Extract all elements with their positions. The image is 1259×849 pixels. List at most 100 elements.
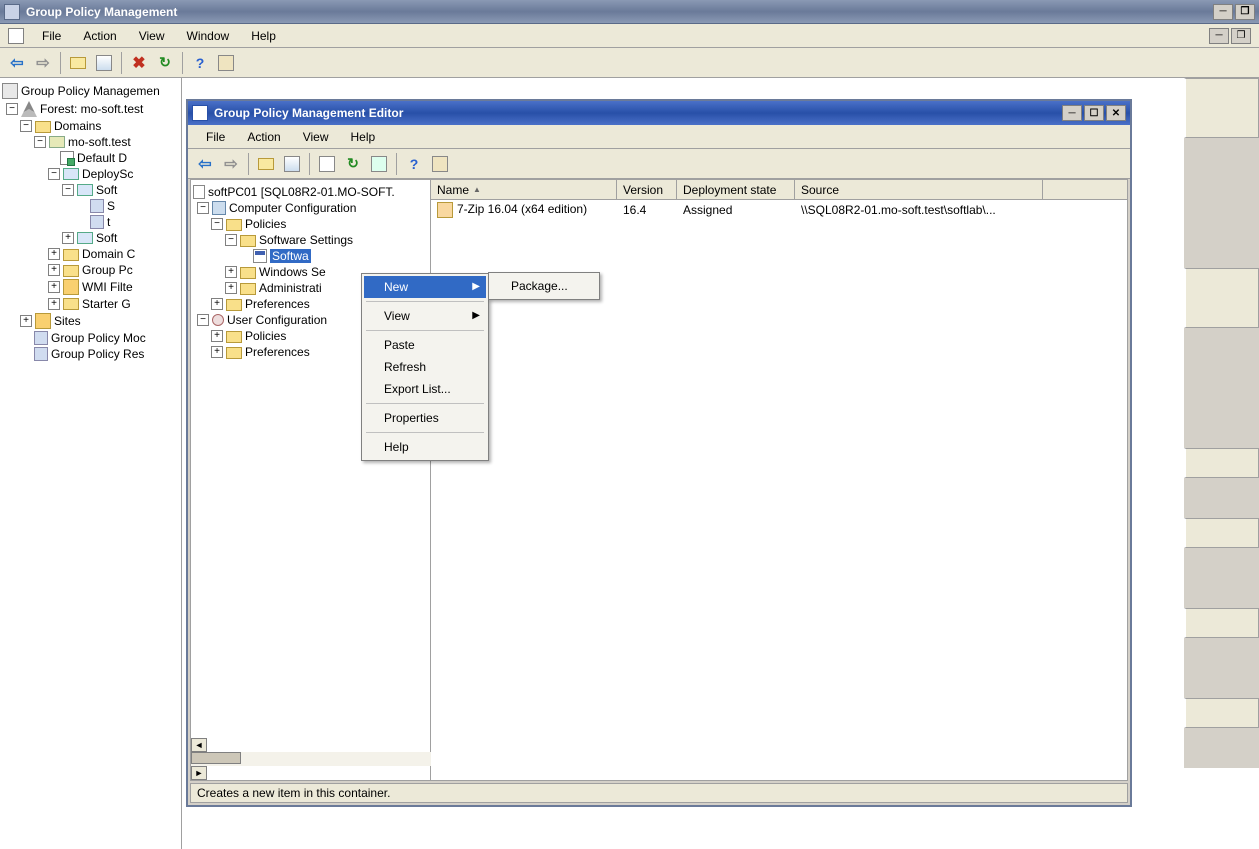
tree-s[interactable]: S	[107, 199, 115, 213]
context-menu[interactable]: New▶ View▶ Paste Refresh Export List... …	[361, 273, 489, 461]
back-button[interactable]: ⇦	[5, 51, 29, 75]
ctx-paste[interactable]: Paste	[364, 334, 486, 356]
expander[interactable]: −	[62, 184, 74, 196]
expander[interactable]: −	[211, 218, 223, 230]
refresh-button[interactable]: ↻	[153, 51, 177, 75]
tree-soft[interactable]: Soft	[96, 183, 117, 197]
editor-up-button[interactable]	[254, 152, 278, 176]
gpm-titlebar[interactable]: Group Policy Management ─ ❐	[0, 0, 1259, 24]
tree-grouppc[interactable]: Group Pc	[82, 263, 133, 277]
tree-policy-root[interactable]: softPC01 [SQL08R2-01.MO-SOFT.	[208, 185, 395, 199]
expander[interactable]: −	[34, 136, 46, 148]
editor-menu-action[interactable]: Action	[237, 127, 290, 147]
editor-refresh-button[interactable]: ↻	[341, 152, 365, 176]
menu-view[interactable]: View	[129, 26, 175, 46]
delete-button[interactable]: ✖	[127, 51, 151, 75]
gpo-editor-window[interactable]: Group Policy Management Editor ─ ☐ ✕ Fil…	[186, 99, 1132, 807]
expander[interactable]: +	[48, 298, 60, 310]
tree-wmi[interactable]: WMI Filte	[82, 280, 133, 294]
tree-admintemplates[interactable]: Administrati	[259, 281, 322, 295]
menu-action[interactable]: Action	[73, 26, 126, 46]
gpm-tree[interactable]: Group Policy Managemen −Forest: mo-soft.…	[0, 78, 182, 849]
package-row[interactable]: 7-Zip 16.04 (x64 edition) 16.4 Assigned …	[431, 200, 1127, 220]
restore-button[interactable]: ❐	[1235, 4, 1255, 20]
expander[interactable]: +	[48, 264, 60, 276]
scroll-right-button[interactable]: ►	[191, 766, 207, 780]
tree-default[interactable]: Default D	[77, 151, 127, 165]
editor-tree[interactable]: softPC01 [SQL08R2-01.MO-SOFT. −Computer …	[191, 180, 431, 780]
mdi-restore-button[interactable]: ❐	[1231, 28, 1251, 44]
expander[interactable]: +	[225, 266, 237, 278]
editor-titlebar[interactable]: Group Policy Management Editor ─ ☐ ✕	[188, 101, 1130, 125]
expander[interactable]: +	[211, 298, 223, 310]
up-button[interactable]	[66, 51, 90, 75]
expander[interactable]: −	[6, 103, 18, 115]
editor-menu-file[interactable]: File	[196, 127, 235, 147]
tree-deploysc[interactable]: DeploySc	[82, 167, 133, 181]
expander[interactable]: −	[20, 120, 32, 132]
ctx-view[interactable]: View▶	[364, 305, 486, 327]
tree-winsettings[interactable]: Windows Se	[259, 265, 326, 279]
scroll-thumb[interactable]	[191, 752, 241, 764]
ctx-export[interactable]: Export List...	[364, 378, 486, 400]
tree-domains[interactable]: Domains	[54, 119, 101, 133]
tree-domainc[interactable]: Domain C	[82, 247, 135, 261]
scroll-left-button[interactable]: ◄	[191, 738, 207, 752]
software-list-pane[interactable]: Name▲ Version Deployment state Source 7-…	[431, 180, 1127, 780]
ctx-new[interactable]: New▶	[364, 276, 486, 298]
editor-maximize-button[interactable]: ☐	[1084, 105, 1104, 121]
minimize-button[interactable]: ─	[1213, 4, 1233, 20]
col-name[interactable]: Name▲	[431, 180, 617, 199]
tree-gpmod[interactable]: Group Policy Moc	[51, 331, 146, 345]
tree-swsettings[interactable]: Software Settings	[259, 233, 353, 247]
scroll-track[interactable]	[191, 752, 431, 766]
tree-domain[interactable]: mo-soft.test	[68, 135, 131, 149]
forward-button[interactable]: ⇨	[31, 51, 55, 75]
expander[interactable]: +	[211, 330, 223, 342]
editor-list-button[interactable]	[315, 152, 339, 176]
editor-options-button[interactable]	[428, 152, 452, 176]
editor-help-button[interactable]: ?	[402, 152, 426, 176]
expander[interactable]: −	[225, 234, 237, 246]
tree-prefs[interactable]: Preferences	[245, 297, 310, 311]
editor-menu-view[interactable]: View	[293, 127, 339, 147]
tree-t[interactable]: t	[107, 215, 110, 229]
expander[interactable]: +	[62, 232, 74, 244]
expander[interactable]: +	[211, 346, 223, 358]
col-source[interactable]: Source	[795, 180, 1043, 199]
tree-root[interactable]: Group Policy Managemen	[21, 84, 160, 98]
editor-export-button[interactable]	[367, 152, 391, 176]
menu-file[interactable]: File	[32, 26, 71, 46]
menu-window[interactable]: Window	[177, 26, 240, 46]
mdi-minimize-button[interactable]: ─	[1209, 28, 1229, 44]
editor-close-button[interactable]: ✕	[1106, 105, 1126, 121]
expander[interactable]: +	[225, 282, 237, 294]
editor-minimize-button[interactable]: ─	[1062, 105, 1082, 121]
ctx-new-package[interactable]: Package...	[491, 275, 597, 297]
tree-forest[interactable]: Forest: mo-soft.test	[40, 102, 143, 116]
editor-back-button[interactable]: ⇦	[193, 152, 217, 176]
tree-gpres[interactable]: Group Policy Res	[51, 347, 144, 361]
expander[interactable]: +	[48, 248, 60, 260]
tree-policies[interactable]: Policies	[245, 217, 286, 231]
ctx-refresh[interactable]: Refresh	[364, 356, 486, 378]
show-hide-button[interactable]	[92, 51, 116, 75]
tree-compconf[interactable]: Computer Configuration	[229, 201, 356, 215]
col-version[interactable]: Version	[617, 180, 677, 199]
expander[interactable]: −	[48, 168, 60, 180]
tree-swinstallation[interactable]: Softwa	[270, 249, 311, 263]
expander[interactable]: −	[197, 314, 209, 326]
expander[interactable]: +	[48, 281, 60, 293]
ctx-help[interactable]: Help	[364, 436, 486, 458]
tree-soft2[interactable]: Soft	[96, 231, 117, 245]
tree-starter[interactable]: Starter G	[82, 297, 131, 311]
editor-forward-button[interactable]: ⇨	[219, 152, 243, 176]
editor-menu-help[interactable]: Help	[341, 127, 386, 147]
tree-hscrollbar[interactable]: ◄ ►	[191, 738, 431, 780]
col-deployment[interactable]: Deployment state	[677, 180, 795, 199]
tree-uprefs[interactable]: Preferences	[245, 345, 310, 359]
ctx-properties[interactable]: Properties	[364, 407, 486, 429]
context-submenu-new[interactable]: Package...	[488, 272, 600, 300]
options-button[interactable]	[214, 51, 238, 75]
editor-show-hide-button[interactable]	[280, 152, 304, 176]
